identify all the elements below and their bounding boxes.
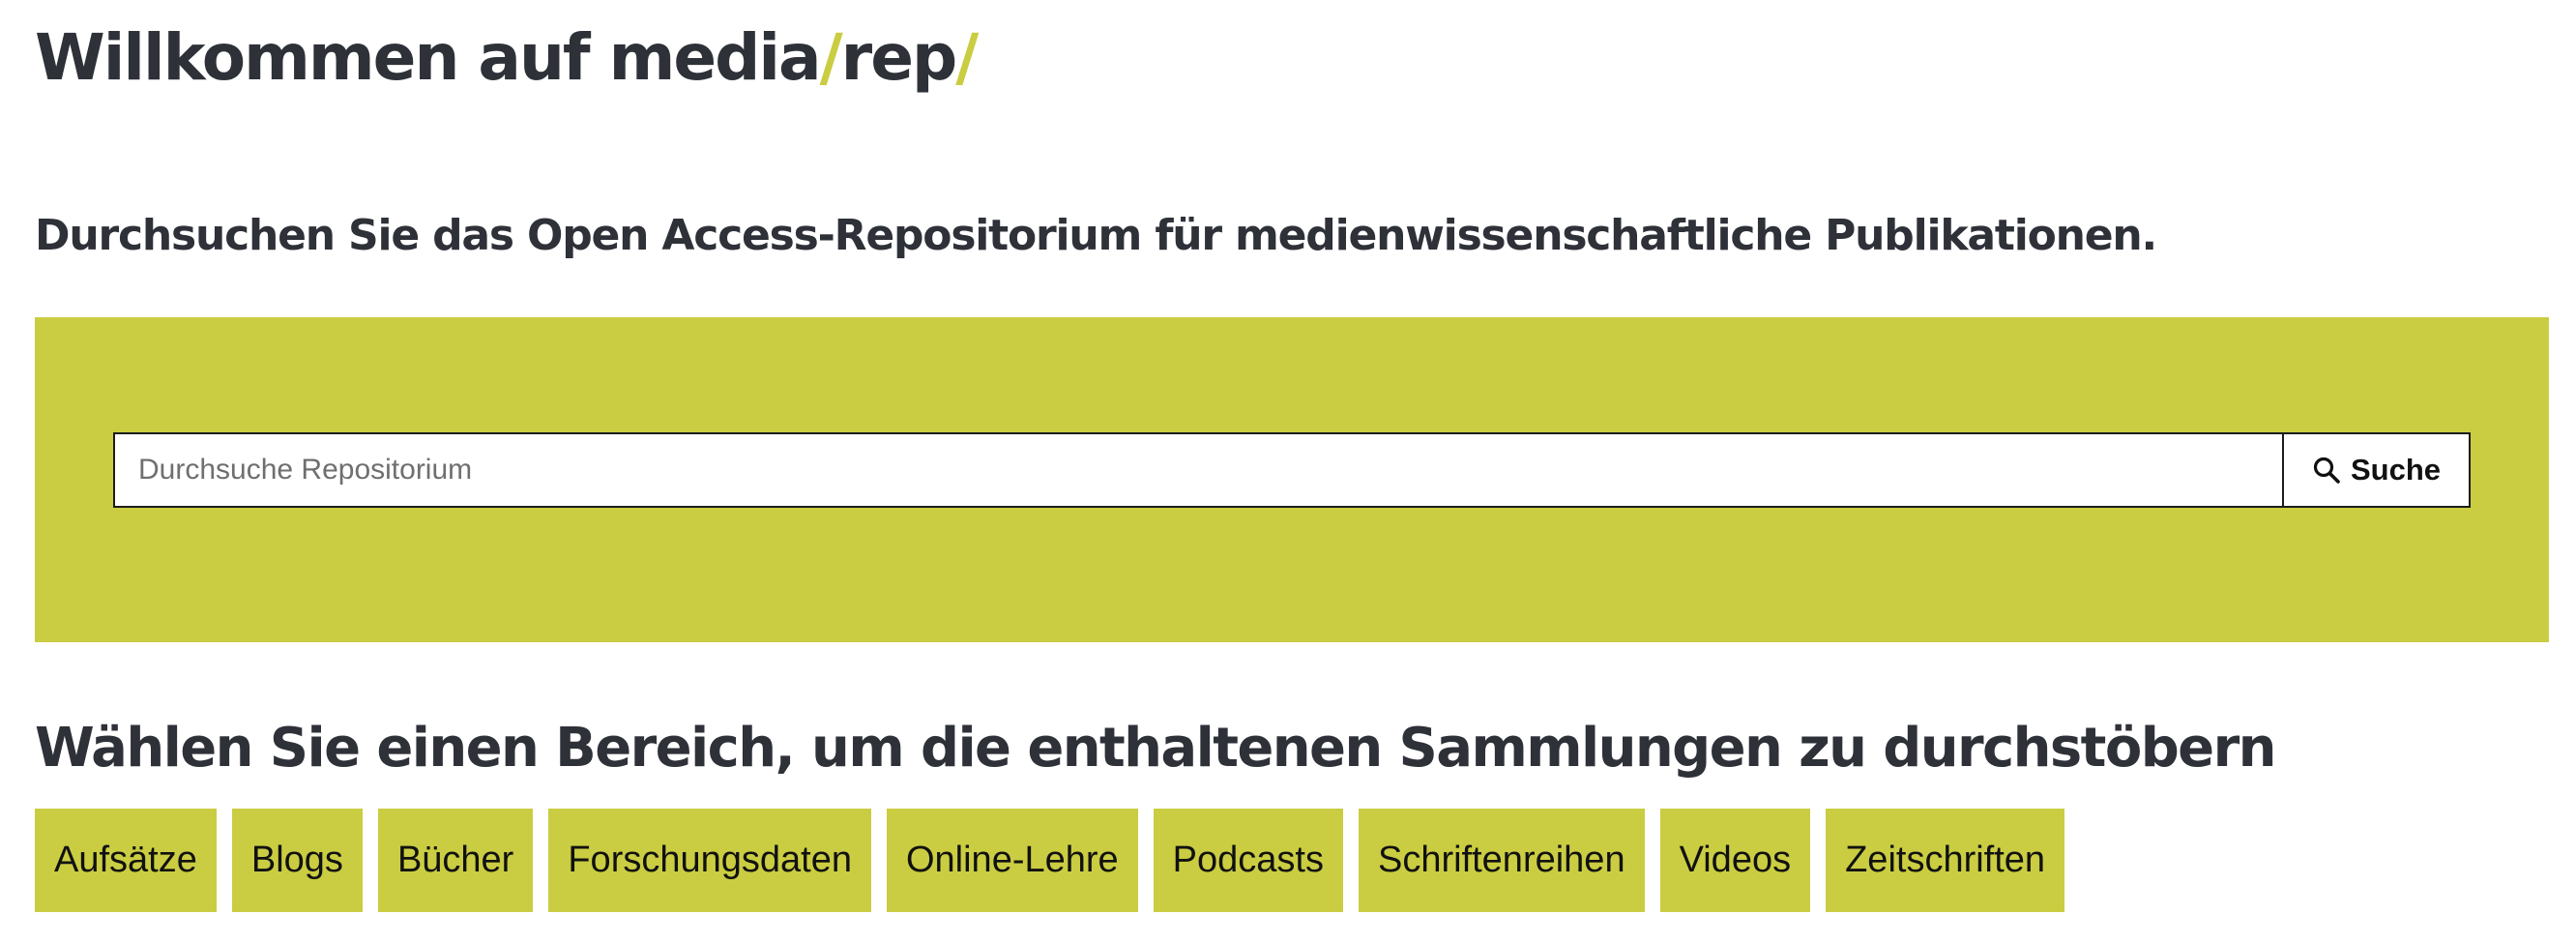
category-button-buecher[interactable]: Bücher	[377, 809, 534, 912]
category-button-online-lehre[interactable]: Online-Lehre	[886, 809, 1138, 912]
search-icon	[2312, 456, 2341, 485]
category-list: Aufsätze Blogs Bücher Forschungsdaten On…	[35, 809, 2065, 912]
category-button-zeitschriften[interactable]: Zeitschriften	[1826, 809, 2065, 912]
search-input[interactable]	[113, 432, 2282, 508]
page-subtitle: Durchsuchen Sie das Open Access-Reposito…	[35, 211, 2157, 260]
browse-heading: Wählen Sie einen Bereich, um die enthalt…	[35, 717, 2276, 780]
category-button-aufsaetze[interactable]: Aufsätze	[35, 809, 217, 912]
page-title-rep: rep	[840, 20, 958, 95]
category-button-forschungsdaten[interactable]: Forschungsdaten	[548, 809, 871, 912]
logo-slash: /	[819, 20, 843, 95]
search-button-label: Suche	[2350, 453, 2442, 487]
search-form: Suche	[113, 432, 2471, 508]
page-title: Willkommen auf media/rep/	[35, 17, 979, 99]
category-button-schriftenreihen[interactable]: Schriftenreihen	[1358, 809, 1645, 912]
search-button[interactable]: Suche	[2282, 432, 2471, 508]
category-button-videos[interactable]: Videos	[1659, 809, 1811, 912]
search-panel: Suche	[35, 317, 2549, 642]
category-button-podcasts[interactable]: Podcasts	[1153, 809, 1343, 912]
logo-slash: /	[955, 20, 979, 95]
category-button-blogs[interactable]: Blogs	[231, 809, 363, 912]
page-title-text: Willkommen auf media	[35, 20, 822, 95]
